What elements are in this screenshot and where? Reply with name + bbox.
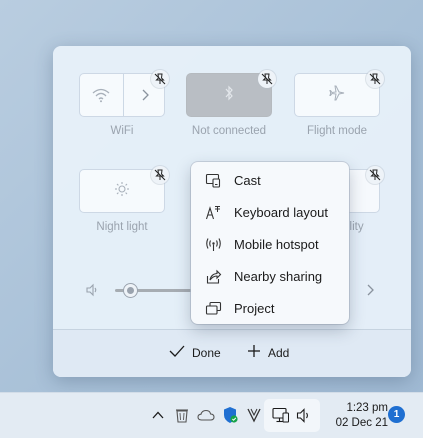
add-button-label: Add [268,345,290,360]
clock-date: 02 Dec 21 [335,417,388,429]
recycle-bin-icon[interactable] [172,405,192,425]
menu-item-label: Cast [234,172,261,188]
system-clock[interactable]: 1:23 pm 02 Dec 21 [322,401,388,431]
volume-slider-thumb[interactable] [124,284,137,297]
menu-item-mobile-hotspot[interactable]: Mobile hotspot [191,228,349,260]
cast-icon [205,172,222,189]
tile-label-night-light: Night light [96,221,148,233]
tile-label-flight-mode: Flight mode [306,125,368,137]
panel-footer: Done Add [53,329,411,377]
airplane-icon [329,85,345,106]
brightness-icon [114,181,130,202]
menu-item-keyboard-layout[interactable]: Keyboard layout [191,196,349,228]
menu-item-label: Mobile hotspot [234,236,319,252]
unpin-icon[interactable] [151,70,169,88]
menu-item-label: Nearby sharing [234,268,323,284]
wifi-icon [92,87,110,108]
plus-icon [247,344,261,361]
quick-settings-tray-button[interactable] [264,399,320,432]
unpin-icon[interactable] [258,70,276,88]
mobile-hotspot-icon [205,236,222,253]
taskbar: 1:23 pm 02 Dec 21 1 [0,392,423,438]
volume-icon[interactable] [85,283,99,302]
network-icon [272,407,290,429]
chevron-right-icon[interactable] [365,283,375,302]
onedrive-cloud-icon[interactable] [196,405,216,425]
wifi-tile-divider [123,74,124,116]
done-button[interactable]: Done [169,344,221,361]
tile-label-wifi: WiFi [110,125,134,137]
chevron-right-icon[interactable] [140,88,150,107]
tile-label-accessibility: ility [347,221,364,233]
bluetooth-icon [224,85,234,106]
project-icon [205,300,222,317]
notification-badge[interactable]: 1 [388,406,405,423]
add-quick-setting-menu: Cast Keyboard layout Mobile hotspot Near… [191,162,349,324]
chevron-up-icon[interactable] [148,405,168,425]
unpin-icon[interactable] [366,70,384,88]
unpin-icon[interactable] [151,166,169,184]
add-button[interactable]: Add [247,344,289,361]
security-shield-icon[interactable] [220,405,240,425]
vivaldi-icon[interactable] [244,405,264,425]
menu-item-cast[interactable]: Cast [191,164,349,196]
done-button-label: Done [192,345,221,360]
speaker-icon [296,408,312,428]
menu-item-label: Project [234,300,275,316]
clock-time: 1:23 pm [346,402,388,414]
menu-item-nearby-sharing[interactable]: Nearby sharing [191,260,349,292]
keyboard-layout-icon [205,204,222,221]
checkmark-icon [169,344,185,361]
tile-label-bluetooth: Not connected [191,125,267,137]
nearby-sharing-icon [205,268,222,285]
menu-item-label: Keyboard layout [234,204,328,220]
unpin-icon[interactable] [366,166,384,184]
menu-item-project[interactable]: Project [191,292,349,324]
